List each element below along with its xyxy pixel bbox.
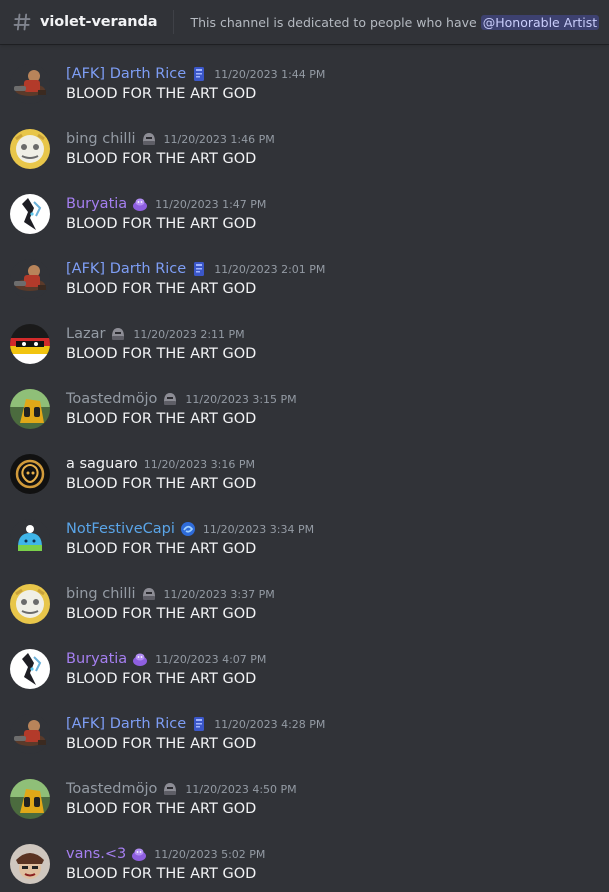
message-content: BLOOD FOR THE ART GOD xyxy=(66,671,257,687)
channel-name: violet-veranda xyxy=(40,14,158,30)
channel-header: violet-veranda This channel is dedicated… xyxy=(0,0,609,44)
message-content: BLOOD FOR THE ART GOD xyxy=(66,151,257,167)
message-header: NotFestiveCapi 11/20/2023 3:34 PM xyxy=(66,519,314,539)
timestamp[interactable]: 11/20/2023 3:15 PM xyxy=(185,393,296,406)
message-content: BLOOD FOR THE ART GOD xyxy=(66,866,257,882)
message-header: a saguaro 11/20/2023 3:16 PM xyxy=(66,454,255,474)
timestamp[interactable]: 11/20/2023 2:01 PM xyxy=(214,263,325,276)
message[interactable]: NotFestiveCapi 11/20/2023 3:34 PM BLOOD FO… xyxy=(0,499,609,564)
message-header: bing chilli 11/20/2023 1:46 PM xyxy=(66,129,275,149)
username[interactable]: [AFK] Darth Rice xyxy=(66,716,186,732)
message-content: BLOOD FOR THE ART GOD xyxy=(66,541,257,557)
message-content: BLOOD FOR THE ART GOD xyxy=(66,801,257,817)
message-content: BLOOD FOR THE ART GOD xyxy=(66,216,257,232)
message-header: Toastedmöjo 11/20/2023 3:15 PM xyxy=(66,389,297,409)
message[interactable]: a saguaro 11/20/2023 3:16 PM BLOOD FOR THE… xyxy=(0,434,609,499)
username[interactable]: [AFK] Darth Rice xyxy=(66,261,186,277)
hash-icon xyxy=(13,13,31,31)
vans-avatar[interactable] xyxy=(10,844,50,884)
message[interactable]: vans.<3 11/20/2023 5:02 PM BLOOD FOR THE A… xyxy=(0,824,609,889)
message[interactable]: bing chilli 11/20/2023 3:37 PM BLOOD FOR T… xyxy=(0,564,609,629)
message-header: Toastedmöjo 11/20/2023 4:50 PM xyxy=(66,779,297,799)
message-content: BLOOD FOR THE ART GOD xyxy=(66,86,257,102)
message[interactable]: Lazar 11/20/2023 2:11 PM BLOOD FOR THE ART… xyxy=(0,304,609,369)
message-content: BLOOD FOR THE ART GOD xyxy=(66,476,257,492)
message-content: BLOOD FOR THE ART GOD xyxy=(66,606,257,622)
message-header: [AFK] Darth Rice 11/20/2023 2:01 PM xyxy=(66,259,325,279)
lazar-avatar[interactable] xyxy=(10,324,50,364)
message[interactable]: Buryatia 11/20/2023 4:07 PM BLOOD FOR THE … xyxy=(0,629,609,694)
channel-topic[interactable]: This channel is dedicated to people who … xyxy=(190,14,600,30)
message-header: Buryatia 11/20/2023 4:07 PM xyxy=(66,649,266,669)
username[interactable]: Lazar xyxy=(66,326,105,342)
timestamp[interactable]: 11/20/2023 5:02 PM xyxy=(154,848,265,861)
timestamp[interactable]: 11/20/2023 3:16 PM xyxy=(144,458,255,471)
darth-rice-avatar[interactable] xyxy=(10,259,50,299)
message[interactable]: Buryatia 11/20/2023 1:47 PM BLOOD FOR THE … xyxy=(0,174,609,239)
timestamp[interactable]: 11/20/2023 2:11 PM xyxy=(133,328,244,341)
message[interactable]: [AFK] Darth Rice 11/20/2023 4:28 PM BLOOD … xyxy=(0,694,609,759)
timestamp[interactable]: 11/20/2023 3:37 PM xyxy=(164,588,275,601)
timestamp[interactable]: 11/20/2023 4:07 PM xyxy=(155,653,266,666)
username[interactable]: vans.<3 xyxy=(66,846,126,862)
username[interactable]: bing chilli xyxy=(66,586,136,602)
message-header: Lazar 11/20/2023 2:11 PM xyxy=(66,324,245,344)
blue-book-icon[interactable] xyxy=(190,260,208,278)
message[interactable]: [AFK] Darth Rice 11/20/2023 2:01 PM BLOOD … xyxy=(0,239,609,304)
username[interactable]: [AFK] Darth Rice xyxy=(66,66,186,82)
blue-book-icon[interactable] xyxy=(190,715,208,733)
message-header: vans.<3 11/20/2023 5:02 PM xyxy=(66,844,265,864)
username[interactable]: bing chilli xyxy=(66,131,136,147)
bing-chilli-avatar[interactable] xyxy=(10,584,50,624)
capi-avatar[interactable] xyxy=(10,519,50,559)
username[interactable]: Toastedmöjo xyxy=(66,781,157,797)
header-divider xyxy=(173,10,175,34)
gray-helmet-icon[interactable] xyxy=(140,585,158,603)
message-content: BLOOD FOR THE ART GOD xyxy=(66,736,257,752)
message-content: BLOOD FOR THE ART GOD xyxy=(66,346,257,362)
topic-text: This channel is dedicated to people who … xyxy=(190,14,481,30)
username[interactable]: Buryatia xyxy=(66,196,127,212)
username[interactable]: Toastedmöjo xyxy=(66,391,157,407)
gray-helmet-icon[interactable] xyxy=(161,390,179,408)
gray-helmet-icon[interactable] xyxy=(109,325,127,343)
username[interactable]: a saguaro xyxy=(66,456,138,472)
darth-rice-avatar[interactable] xyxy=(10,714,50,754)
message[interactable]: [AFK] Darth Rice 11/20/2023 1:44 PM BLOOD … xyxy=(0,44,609,109)
timestamp[interactable]: 11/20/2023 3:34 PM xyxy=(203,523,314,536)
message[interactable]: Toastedmöjo 11/20/2023 4:50 PM BLOOD FOR T… xyxy=(0,759,609,824)
message-header: Buryatia 11/20/2023 1:47 PM xyxy=(66,194,266,214)
purple-blob-icon[interactable] xyxy=(130,845,148,863)
gray-helmet-icon[interactable] xyxy=(161,780,179,798)
purple-blob-icon[interactable] xyxy=(131,650,149,668)
blue-book-icon[interactable] xyxy=(190,65,208,83)
message-content: BLOOD FOR THE ART GOD xyxy=(66,281,257,297)
message[interactable]: Toastedmöjo 11/20/2023 3:15 PM BLOOD FOR T… xyxy=(0,369,609,434)
buryatia-avatar[interactable] xyxy=(10,649,50,689)
message-list: [AFK] Darth Rice 11/20/2023 1:44 PM BLOOD … xyxy=(0,44,609,889)
username[interactable]: Buryatia xyxy=(66,651,127,667)
timestamp[interactable]: 11/20/2023 1:44 PM xyxy=(214,68,325,81)
message-header: [AFK] Darth Rice 11/20/2023 1:44 PM xyxy=(66,64,325,84)
gray-helmet-icon[interactable] xyxy=(140,130,158,148)
toastedmojo-avatar[interactable] xyxy=(10,779,50,819)
username[interactable]: NotFestiveCapi xyxy=(66,521,175,537)
purple-blob-icon[interactable] xyxy=(131,195,149,213)
timestamp[interactable]: 11/20/2023 4:50 PM xyxy=(185,783,296,796)
buryatia-avatar[interactable] xyxy=(10,194,50,234)
timestamp[interactable]: 11/20/2023 1:46 PM xyxy=(164,133,275,146)
message-header: [AFK] Darth Rice 11/20/2023 4:28 PM xyxy=(66,714,325,734)
bing-chilli-avatar[interactable] xyxy=(10,129,50,169)
blue-swirl-icon[interactable] xyxy=(179,520,197,538)
message-header: bing chilli 11/20/2023 3:37 PM xyxy=(66,584,275,604)
timestamp[interactable]: 11/20/2023 1:47 PM xyxy=(155,198,266,211)
message-content: BLOOD FOR THE ART GOD xyxy=(66,411,257,427)
role-mention[interactable]: @Honorable Artist xyxy=(480,14,600,30)
saguaro-avatar[interactable] xyxy=(10,454,50,494)
darth-rice-avatar[interactable] xyxy=(10,64,50,104)
message[interactable]: bing chilli 11/20/2023 1:46 PM BLOOD FOR T… xyxy=(0,109,609,174)
timestamp[interactable]: 11/20/2023 4:28 PM xyxy=(214,718,325,731)
toastedmojo-avatar[interactable] xyxy=(10,389,50,429)
